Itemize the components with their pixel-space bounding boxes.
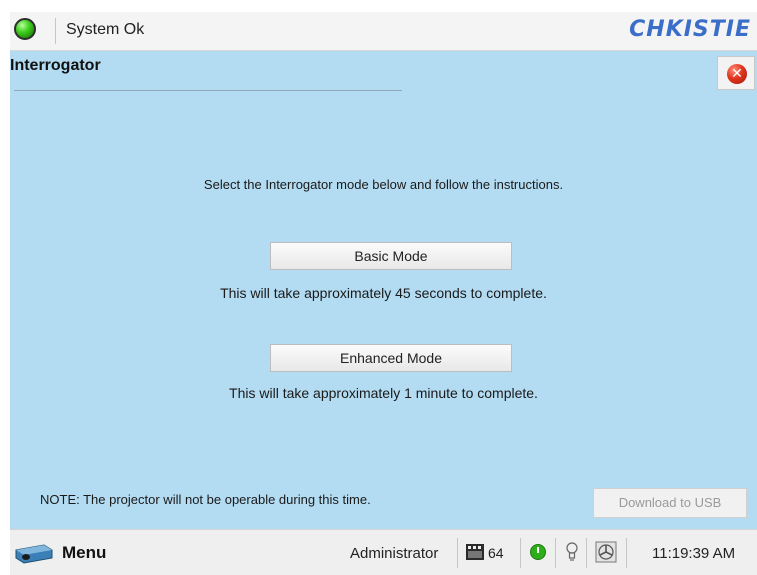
enhanced-mode-button[interactable]: Enhanced Mode [270,344,512,372]
taskbar: Menu Administrator 64 11:19:39 AM [10,529,757,575]
status-bar: System Ok CHKISTIE [10,12,757,51]
operability-note: NOTE: The projector will not be operable… [40,492,371,507]
divider [626,538,627,568]
enhanced-mode-description: This will take approximately 1 minute to… [229,385,538,401]
power-icon[interactable] [530,544,546,560]
film-icon [466,544,484,560]
status-ok-icon[interactable] [14,18,36,40]
lamp-icon[interactable] [566,542,578,562]
fan-icon[interactable] [595,541,617,563]
basic-mode-description: This will take approximately 45 seconds … [220,285,547,301]
page-title: Interrogator [10,57,101,74]
divider [520,538,521,568]
interrogator-panel: Interrogator ✕ Select the Interrogator m… [10,51,757,529]
basic-mode-button[interactable]: Basic Mode [270,242,512,270]
divider [55,18,56,44]
close-button[interactable]: ✕ [717,56,755,90]
title-divider [14,90,402,91]
divider [586,538,587,568]
projector-menu-icon[interactable] [14,542,54,564]
download-to-usb-button[interactable]: Download to USB [593,488,747,518]
menu-button[interactable]: Menu [62,543,106,563]
clock: 11:19:39 AM [652,545,736,562]
content-count[interactable]: 64 [488,545,504,561]
instructions-text: Select the Interrogator mode below and f… [203,177,564,192]
status-text[interactable]: System Ok [66,21,144,39]
divider [457,538,458,568]
divider [555,538,556,568]
close-icon: ✕ [727,64,747,84]
user-label[interactable]: Administrator [350,545,438,562]
brand-logo: CHKISTIE [629,17,751,42]
